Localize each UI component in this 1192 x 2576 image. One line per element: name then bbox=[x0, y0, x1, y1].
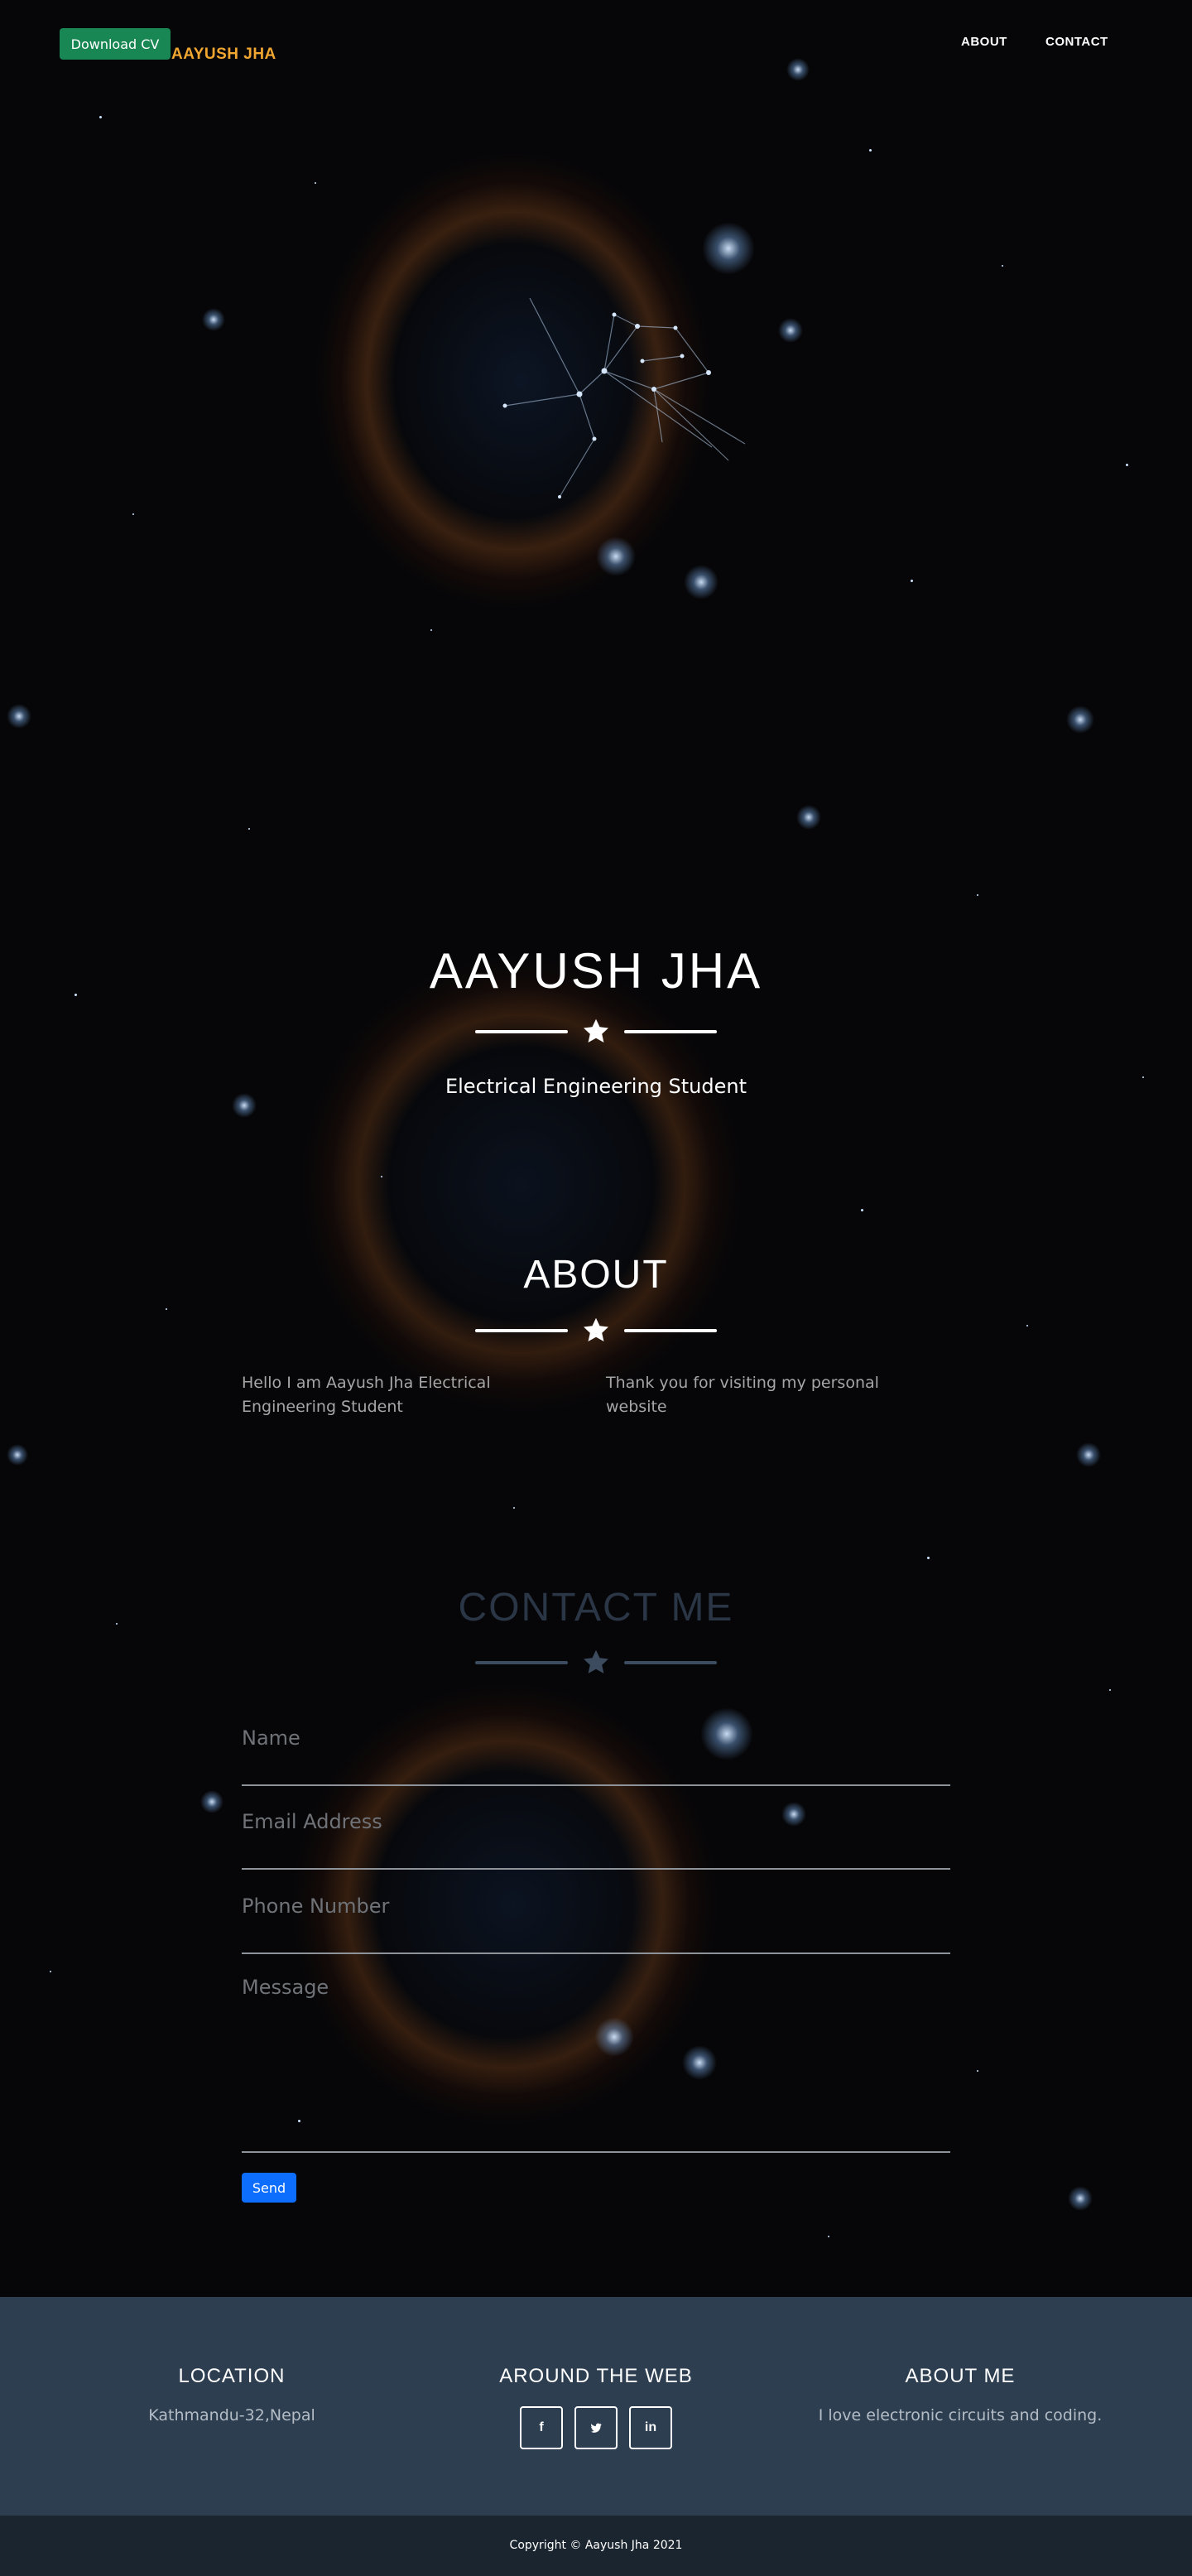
masthead-title: AAYUSH JHA bbox=[429, 943, 763, 999]
download-cv-button[interactable]: Download CV bbox=[60, 28, 171, 60]
contact-section-title: CONTACT ME bbox=[458, 1586, 734, 1630]
copyright-bar: Copyright © Aayush Jha 2021 bbox=[0, 2516, 1192, 2576]
footer-location-title: LOCATION bbox=[178, 2365, 286, 2387]
message-textarea[interactable] bbox=[242, 1976, 950, 2141]
footer-around-web: AROUND THE WEB f in bbox=[422, 2365, 770, 2449]
footer-location: LOCATION Kathmandu-32,Nepal bbox=[58, 2365, 406, 2424]
email-input[interactable] bbox=[242, 1810, 950, 1833]
name-input[interactable] bbox=[242, 1726, 950, 1750]
footer-about-title: ABOUT ME bbox=[905, 2365, 1016, 2387]
facebook-icon[interactable]: f bbox=[520, 2406, 563, 2449]
divider-line bbox=[475, 1329, 568, 1332]
masthead-divider bbox=[475, 1015, 717, 1048]
contact-divider bbox=[475, 1646, 717, 1679]
about-divider bbox=[475, 1314, 717, 1347]
footer-web-title: AROUND THE WEB bbox=[499, 2365, 693, 2387]
send-button[interactable]: Send bbox=[242, 2173, 296, 2203]
footer-about-text: I love electronic circuits and coding. bbox=[818, 2406, 1103, 2424]
footer: LOCATION Kathmandu-32,Nepal AROUND THE W… bbox=[0, 2297, 1192, 2516]
copyright-text: Copyright © Aayush Jha 2021 bbox=[509, 2539, 683, 2552]
footer-about-me: ABOUT ME I love electronic circuits and … bbox=[786, 2365, 1134, 2424]
nav-link-contact[interactable]: CONTACT bbox=[1045, 35, 1108, 49]
about-text-right: Thank you for visiting my personal websi… bbox=[606, 1374, 879, 1416]
linkedin-icon[interactable]: in bbox=[629, 2406, 672, 2449]
footer-location-text: Kathmandu-32,Nepal bbox=[148, 2406, 315, 2424]
phone-field bbox=[242, 1895, 950, 1954]
divider-line bbox=[624, 1329, 717, 1332]
phone-input[interactable] bbox=[242, 1895, 950, 1918]
divider-line bbox=[475, 1030, 568, 1033]
masthead-subtitle: Electrical Engineering Student bbox=[445, 1075, 747, 1098]
star-icon bbox=[584, 1018, 608, 1043]
star-icon bbox=[584, 1649, 608, 1674]
email-field bbox=[242, 1810, 950, 1870]
name-field bbox=[242, 1726, 950, 1786]
about-section-title: ABOUT bbox=[523, 1253, 669, 1297]
star-icon bbox=[584, 1317, 608, 1342]
nav-link-about[interactable]: ABOUT bbox=[961, 35, 1007, 49]
message-field bbox=[242, 1976, 950, 2153]
constellation-graphic bbox=[502, 297, 746, 498]
twitter-icon[interactable] bbox=[574, 2406, 618, 2449]
divider-line bbox=[624, 1661, 717, 1664]
social-links: f in bbox=[422, 2406, 770, 2449]
about-text-left: Hello I am Aayush Jha Electrical Enginee… bbox=[242, 1374, 491, 1416]
divider-line bbox=[624, 1030, 717, 1033]
brand-logo[interactable]: AAYUSH JHA bbox=[171, 46, 276, 64]
divider-line bbox=[475, 1661, 568, 1664]
